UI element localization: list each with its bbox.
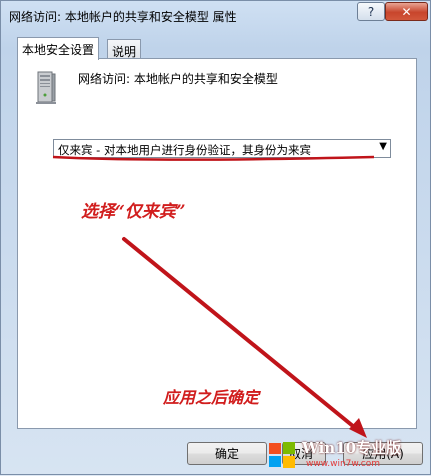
properties-dialog: 网络访问: 本地帐户的共享和安全模型 属性 ? ✕ 本地安全设置 说明 网络访问… (0, 0, 431, 475)
dropdown-selected-value: 仅来宾 - 对本地用户进行身份验证，其身份为来宾 (58, 143, 311, 157)
watermark-title: Win10专业版 (302, 439, 402, 457)
chevron-down-icon[interactable]: ▼ (379, 141, 387, 152)
ok-button[interactable]: 确定 (187, 442, 267, 465)
annotation-apply-then-ok: 应用之后确定 (163, 388, 260, 407)
tab-explain[interactable]: 说明 (107, 39, 142, 59)
computer-icon (36, 71, 56, 104)
window-title: 网络访问: 本地帐户的共享和安全模型 属性 (9, 10, 237, 24)
annotation-choose-guest: 选择“仅来宾” (81, 202, 186, 222)
help-button[interactable]: ? (357, 2, 385, 21)
tab-local-security-setting[interactable]: 本地安全设置 (17, 37, 100, 60)
windows-logo-icon (269, 442, 295, 468)
close-button[interactable]: ✕ (385, 2, 428, 21)
site-watermark: Win10专业版 www.win7w.com (262, 435, 431, 476)
policy-name: 网络访问: 本地帐户的共享和安全模型 (78, 72, 278, 86)
tab-panel: 网络访问: 本地帐户的共享和安全模型 仅来宾 - 对本地用户进行身份验证，其身份… (17, 58, 417, 429)
watermark-site: www.win7w.com (306, 459, 381, 469)
title-bar[interactable]: 网络访问: 本地帐户的共享和安全模型 属性 ? ✕ (1, 1, 431, 31)
guest-model-dropdown[interactable]: 仅来宾 - 对本地用户进行身份验证，其身份为来宾 ▼ (53, 139, 391, 158)
